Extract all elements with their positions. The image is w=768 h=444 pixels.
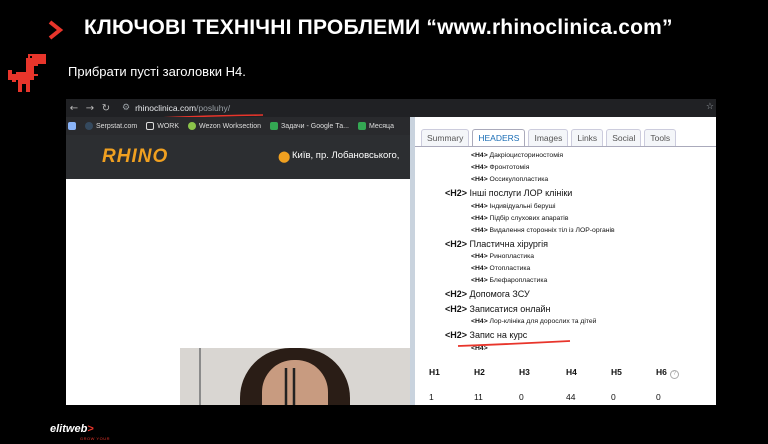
count-header-h2: H2	[474, 367, 485, 377]
heading-level-tag: H4	[474, 265, 484, 272]
heading-row-h4[interactable]: <H4> Індивідуальні беруші	[445, 201, 615, 213]
heading-level-tag: H2	[450, 188, 462, 198]
heading-level-tag: H2	[450, 238, 462, 249]
help-icon[interactable]: ?	[669, 370, 679, 379]
heading-level-tag: H4	[474, 226, 484, 234]
heading-text: Видалення сторонніх тіл із ЛОР-органів	[489, 226, 615, 234]
tab-images[interactable]: Images	[528, 129, 569, 146]
heading-text: Блефаропластика	[489, 277, 548, 284]
serpstat-icon	[85, 122, 93, 130]
heading-counts-table: H1 H2 H3 H4 H5 H6? 1 11 0 44 0 0	[429, 367, 709, 402]
heading-row-h4[interactable]: <H4> Підбір слухових апаратів	[445, 213, 615, 225]
location-pin-icon: ⬤	[278, 151, 291, 163]
heading-row-h4[interactable]: <H4> Ринопластика	[445, 251, 615, 263]
heading-text: Дакріоцисториностомія	[489, 152, 564, 159]
count-header-h3: H3	[519, 367, 530, 377]
slide-title: КЛЮЧОВІ ТЕХНІЧНІ ПРОБЛЕМИ “www.rhinoclin…	[84, 16, 673, 39]
count-header-h1: H1	[429, 367, 440, 377]
heading-row-h2[interactable]: <H2> Інші послуги ЛОР клініки	[445, 186, 615, 201]
site-settings-icon[interactable]: ⚙	[122, 103, 130, 113]
site-logo[interactable]: RHINO	[102, 146, 168, 168]
heading-text: Допомога ЗСУ	[469, 289, 530, 299]
heading-row-h4[interactable]: <H4> Фронтотомія	[445, 162, 615, 174]
count-value-h4: 44	[566, 392, 576, 402]
chevron-right-icon	[48, 20, 64, 40]
heading-text: Підбір слухових апаратів	[489, 214, 569, 222]
heading-level-tag: H4	[474, 152, 484, 159]
heading-text: Фронтотомія	[489, 164, 530, 171]
sheet-icon	[357, 122, 366, 130]
tab-links[interactable]: Links	[571, 129, 604, 146]
heading-row-h4[interactable]: <H4> Отопластика	[445, 263, 615, 275]
heading-level-tag: H4	[474, 176, 484, 183]
count-value-h6: 0	[656, 392, 661, 402]
heading-text: Оссикулопластика	[489, 176, 549, 183]
count-value-h5: 0	[611, 392, 616, 402]
hero-photo	[180, 348, 412, 405]
footer-brand-logo: elitweb>	[50, 423, 94, 435]
forward-icon[interactable]: →	[82, 103, 98, 114]
slide-subtitle: Прибрати пусті заголовки H4.	[68, 64, 246, 79]
heading-level-tag: H2	[450, 289, 462, 299]
heading-row-h4[interactable]: <H4> Оссикулопластика	[445, 174, 615, 186]
heading-level-tag: H4	[474, 253, 484, 260]
site-address: Київ, пр. Лобановського,	[292, 150, 400, 161]
tab-tools[interactable]: Tools	[644, 129, 677, 146]
count-header-h4: H4	[566, 367, 577, 377]
address-bar[interactable]: ⚙ rhinoclinica.com/posluhy/	[122, 103, 230, 113]
count-value-h3: 0	[519, 392, 524, 402]
heading-row-h4[interactable]: <H4> Блефаропластика	[445, 275, 615, 287]
heading-text: Лор-клініка для дорослих та дітей	[489, 318, 597, 325]
count-value-h2: 11	[474, 392, 483, 402]
headings-tree: <H4> Дакріоцисториностомія <H4> Фронтотом…	[445, 150, 615, 355]
seo-extension-panel: Summary HEADERS Images Links Social Tool…	[410, 117, 716, 405]
heading-level-tag: H4	[474, 202, 484, 210]
bookmark-work[interactable]: WORK	[146, 122, 179, 130]
wezon-icon	[188, 122, 197, 130]
heading-text: Записатися онлайн	[469, 303, 551, 314]
heading-row-h4[interactable]: <H4> Лор-клініка для дорослих та дітей	[445, 316, 615, 328]
heading-level-tag: H2	[450, 330, 462, 340]
heading-level-tag: H4	[474, 164, 484, 171]
google-tasks-icon	[270, 122, 279, 130]
tab-social[interactable]: Social	[606, 129, 642, 146]
tab-summary[interactable]: Summary	[421, 129, 470, 146]
heading-level-tag: H4	[474, 214, 484, 222]
footer-brand-tagline: GROW YOUR	[80, 436, 110, 441]
heading-text: Ринопластика	[489, 253, 535, 260]
count-header-h6: H6?	[656, 367, 696, 379]
heading-row-h2[interactable]: <H2> Записатися онлайн	[445, 302, 615, 317]
heading-text: Запис на курс	[469, 330, 528, 340]
count-value-h1: 1	[429, 392, 434, 402]
panel-tabs: Summary HEADERS Images Links Social Tool…	[421, 129, 677, 146]
bookmark-wezon[interactable]: Wezon Worksection	[188, 122, 261, 130]
dino-icon	[8, 54, 46, 92]
heading-text: Пластична хірургія	[469, 238, 549, 249]
reload-icon[interactable]: ↻	[98, 103, 114, 114]
heading-text: Інші послуги ЛОР клініки	[469, 188, 573, 198]
heading-row-h4[interactable]: <H4> Видалення сторонніх тіл із ЛОР-орга…	[445, 225, 615, 237]
bookmark-star-icon[interactable]: ☆	[706, 102, 714, 112]
heading-level-tag: H2	[450, 303, 462, 314]
heading-row-h2[interactable]: <H2> Пластична хірургія	[445, 237, 615, 252]
back-icon[interactable]: ←	[66, 103, 82, 114]
empty-h4-highlight-underline	[457, 340, 571, 347]
url-text: rhinoclinica.com/posluhy/	[135, 103, 231, 113]
heading-level-tag: H4	[474, 277, 484, 284]
count-header-h5: H5	[611, 367, 622, 377]
apps-grid-icon[interactable]	[68, 122, 76, 130]
browser-screenshot: ← → ↻ ⚙ rhinoclinica.com/posluhy/ ☆ Serp…	[66, 99, 716, 405]
folder-icon	[146, 122, 155, 130]
bookmark-month[interactable]: Месяца	[357, 122, 394, 130]
heading-row-h4[interactable]: <H4> Дакріоцисториностомія	[445, 150, 615, 162]
bookmark-serpstat[interactable]: Serpstat.com	[85, 122, 137, 130]
heading-text: Індивідуальні беруші	[489, 202, 556, 210]
heading-level-tag: H4	[474, 318, 484, 325]
heading-row-h2[interactable]: <H2> Допомога ЗСУ	[445, 287, 615, 302]
bookmark-google-tasks[interactable]: Задачи - Google Та...	[270, 122, 349, 130]
tab-headers[interactable]: HEADERS	[472, 129, 526, 146]
heading-text: Отопластика	[489, 265, 531, 272]
